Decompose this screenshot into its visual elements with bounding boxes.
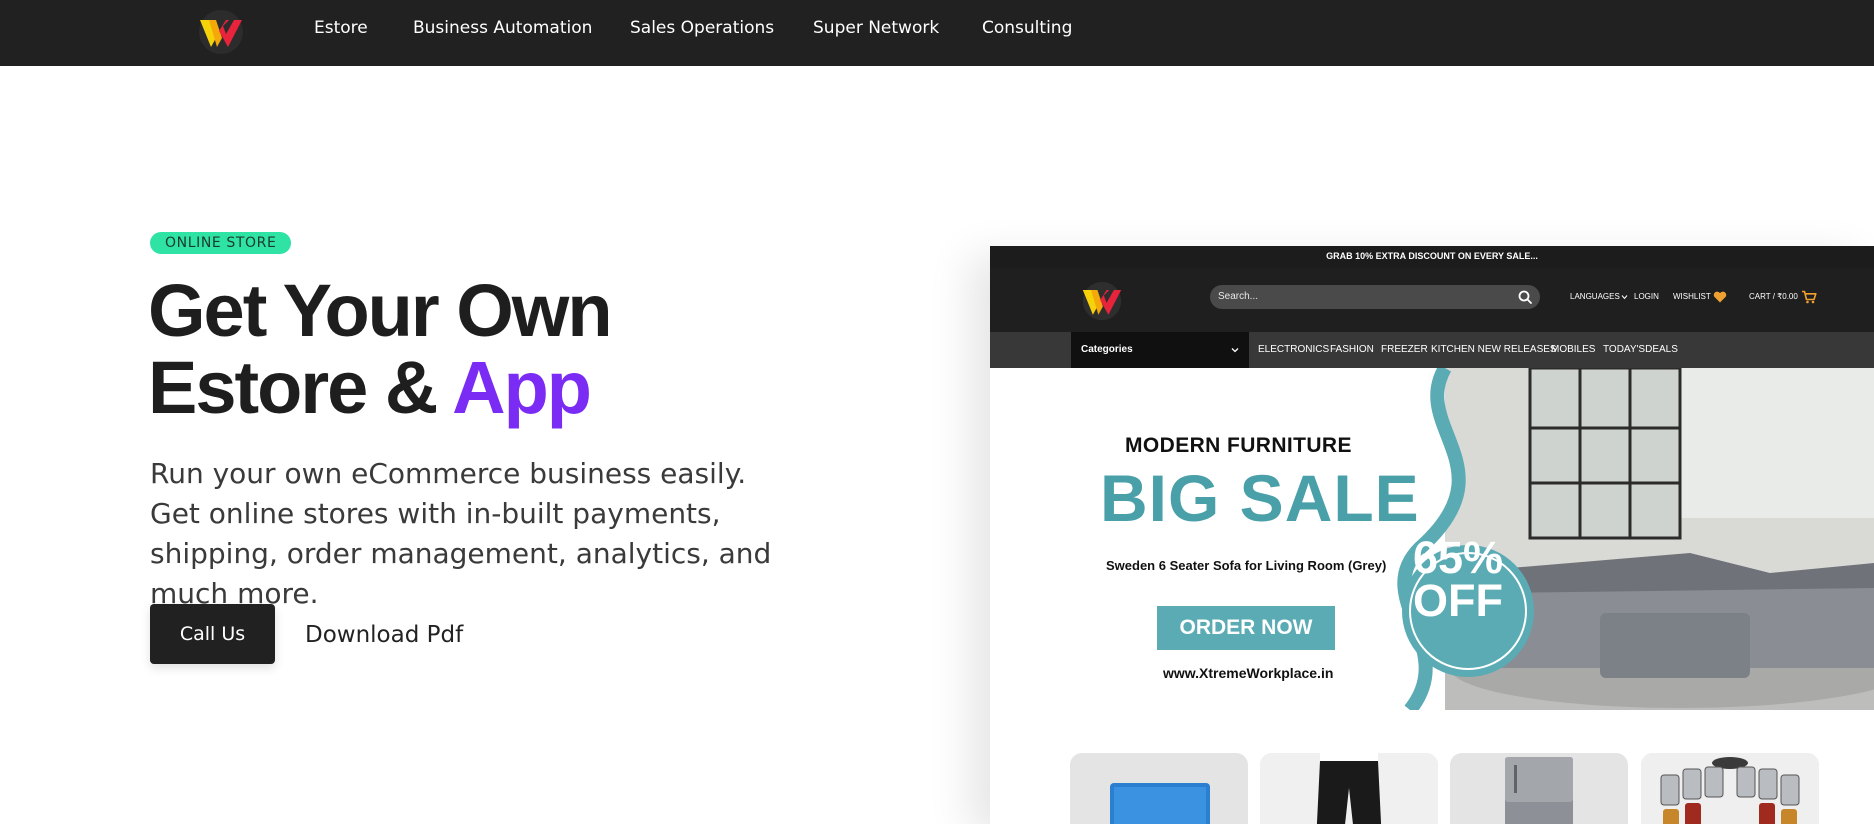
- nav-link-sales-operations[interactable]: Sales Operations: [630, 15, 774, 41]
- trousers-image: [1260, 753, 1438, 824]
- languages-menu[interactable]: LANGUAGES: [1570, 287, 1620, 307]
- hero-headline: Get Your Own Estore & App: [148, 272, 848, 426]
- online-store-badge: ONLINE STORE: [150, 232, 292, 254]
- cart-link[interactable]: CART / ₹0.00: [1749, 287, 1798, 307]
- spice-rack-image: [1641, 753, 1819, 824]
- promo-bar: GRAB 10% EXTRA DISCOUNT ON EVERY SALE...: [990, 246, 1874, 268]
- nav-link-super-network[interactable]: Super Network: [813, 15, 939, 41]
- download-pdf-link[interactable]: Download Pdf: [305, 620, 463, 650]
- categories-dropdown[interactable]: Categories: [1071, 332, 1249, 368]
- category-link-kitchen-new-releases[interactable]: KITCHEN NEW RELEASES: [1431, 332, 1557, 368]
- chevron-down-icon: [1231, 348, 1239, 353]
- wishlist-link[interactable]: WISHLIST: [1673, 287, 1711, 307]
- discount-badge: 65% OFF: [1402, 535, 1514, 636]
- search-icon[interactable]: [1517, 289, 1533, 305]
- banner-product-name: Sweden 6 Seater Sofa for Living Room (Gr…: [1106, 558, 1387, 573]
- preview-category-bar: Categories ELECTRONICS FASHION FREEZER K…: [990, 332, 1874, 368]
- login-link[interactable]: LOGIN: [1634, 287, 1659, 307]
- discount-off: OFF: [1413, 575, 1503, 626]
- category-link-freezer[interactable]: FREEZER: [1381, 332, 1428, 368]
- product-card-laptop[interactable]: [1070, 753, 1248, 824]
- refrigerator-image: [1505, 757, 1573, 824]
- preview-header: Search... LANGUAGES LOGIN WISHLIST CART …: [990, 268, 1874, 332]
- cart-icon[interactable]: [1801, 290, 1817, 304]
- heart-icon: [1713, 291, 1727, 303]
- hero-banner[interactable]: MODERN FURNITURE BIG SALE Sweden 6 Seate…: [990, 368, 1874, 710]
- preview-search-placeholder: Search...: [1218, 291, 1259, 302]
- order-now-button[interactable]: ORDER NOW: [1157, 606, 1335, 650]
- category-link-electronics[interactable]: ELECTRONICS: [1258, 332, 1329, 368]
- banner-kicker: MODERN FURNITURE: [1125, 434, 1352, 457]
- headline-line-1: Get Your Own: [148, 269, 613, 352]
- preview-brand-logo[interactable]: [1079, 280, 1125, 322]
- banner-website: www.XtremeWorkplace.in: [1163, 665, 1334, 681]
- top-navbar: Estore Business Automation Sales Operati…: [0, 0, 1874, 66]
- categories-label: Categories: [1081, 344, 1133, 355]
- nav-link-consulting[interactable]: Consulting: [982, 15, 1072, 41]
- laptop-image: [1110, 783, 1210, 824]
- category-link-mobiles[interactable]: MOBILES: [1551, 332, 1595, 368]
- call-us-button[interactable]: Call Us: [150, 604, 275, 664]
- hero-description: Run your own eCommerce business easily. …: [150, 457, 772, 610]
- estore-preview: GRAB 10% EXTRA DISCOUNT ON EVERY SALE...…: [990, 246, 1874, 824]
- nav-link-estore[interactable]: Estore: [314, 15, 368, 41]
- preview-search-box[interactable]: Search...: [1210, 285, 1540, 309]
- nav-link-business-automation[interactable]: Business Automation: [413, 15, 592, 41]
- chevron-down-icon: [1621, 295, 1628, 300]
- headline-line-2: Estore &: [148, 346, 453, 429]
- product-card-trousers[interactable]: [1260, 753, 1438, 824]
- product-card-spice-rack[interactable]: [1641, 753, 1819, 824]
- product-card-refrigerator[interactable]: [1450, 753, 1628, 824]
- banner-headline: BIG SALE: [1100, 461, 1420, 535]
- category-link-fashion[interactable]: FASHION: [1330, 332, 1374, 368]
- headline-highlight: App: [452, 346, 592, 429]
- category-link-todays-deals[interactable]: TODAY'SDEALS: [1603, 332, 1678, 368]
- brand-logo[interactable]: [196, 7, 246, 57]
